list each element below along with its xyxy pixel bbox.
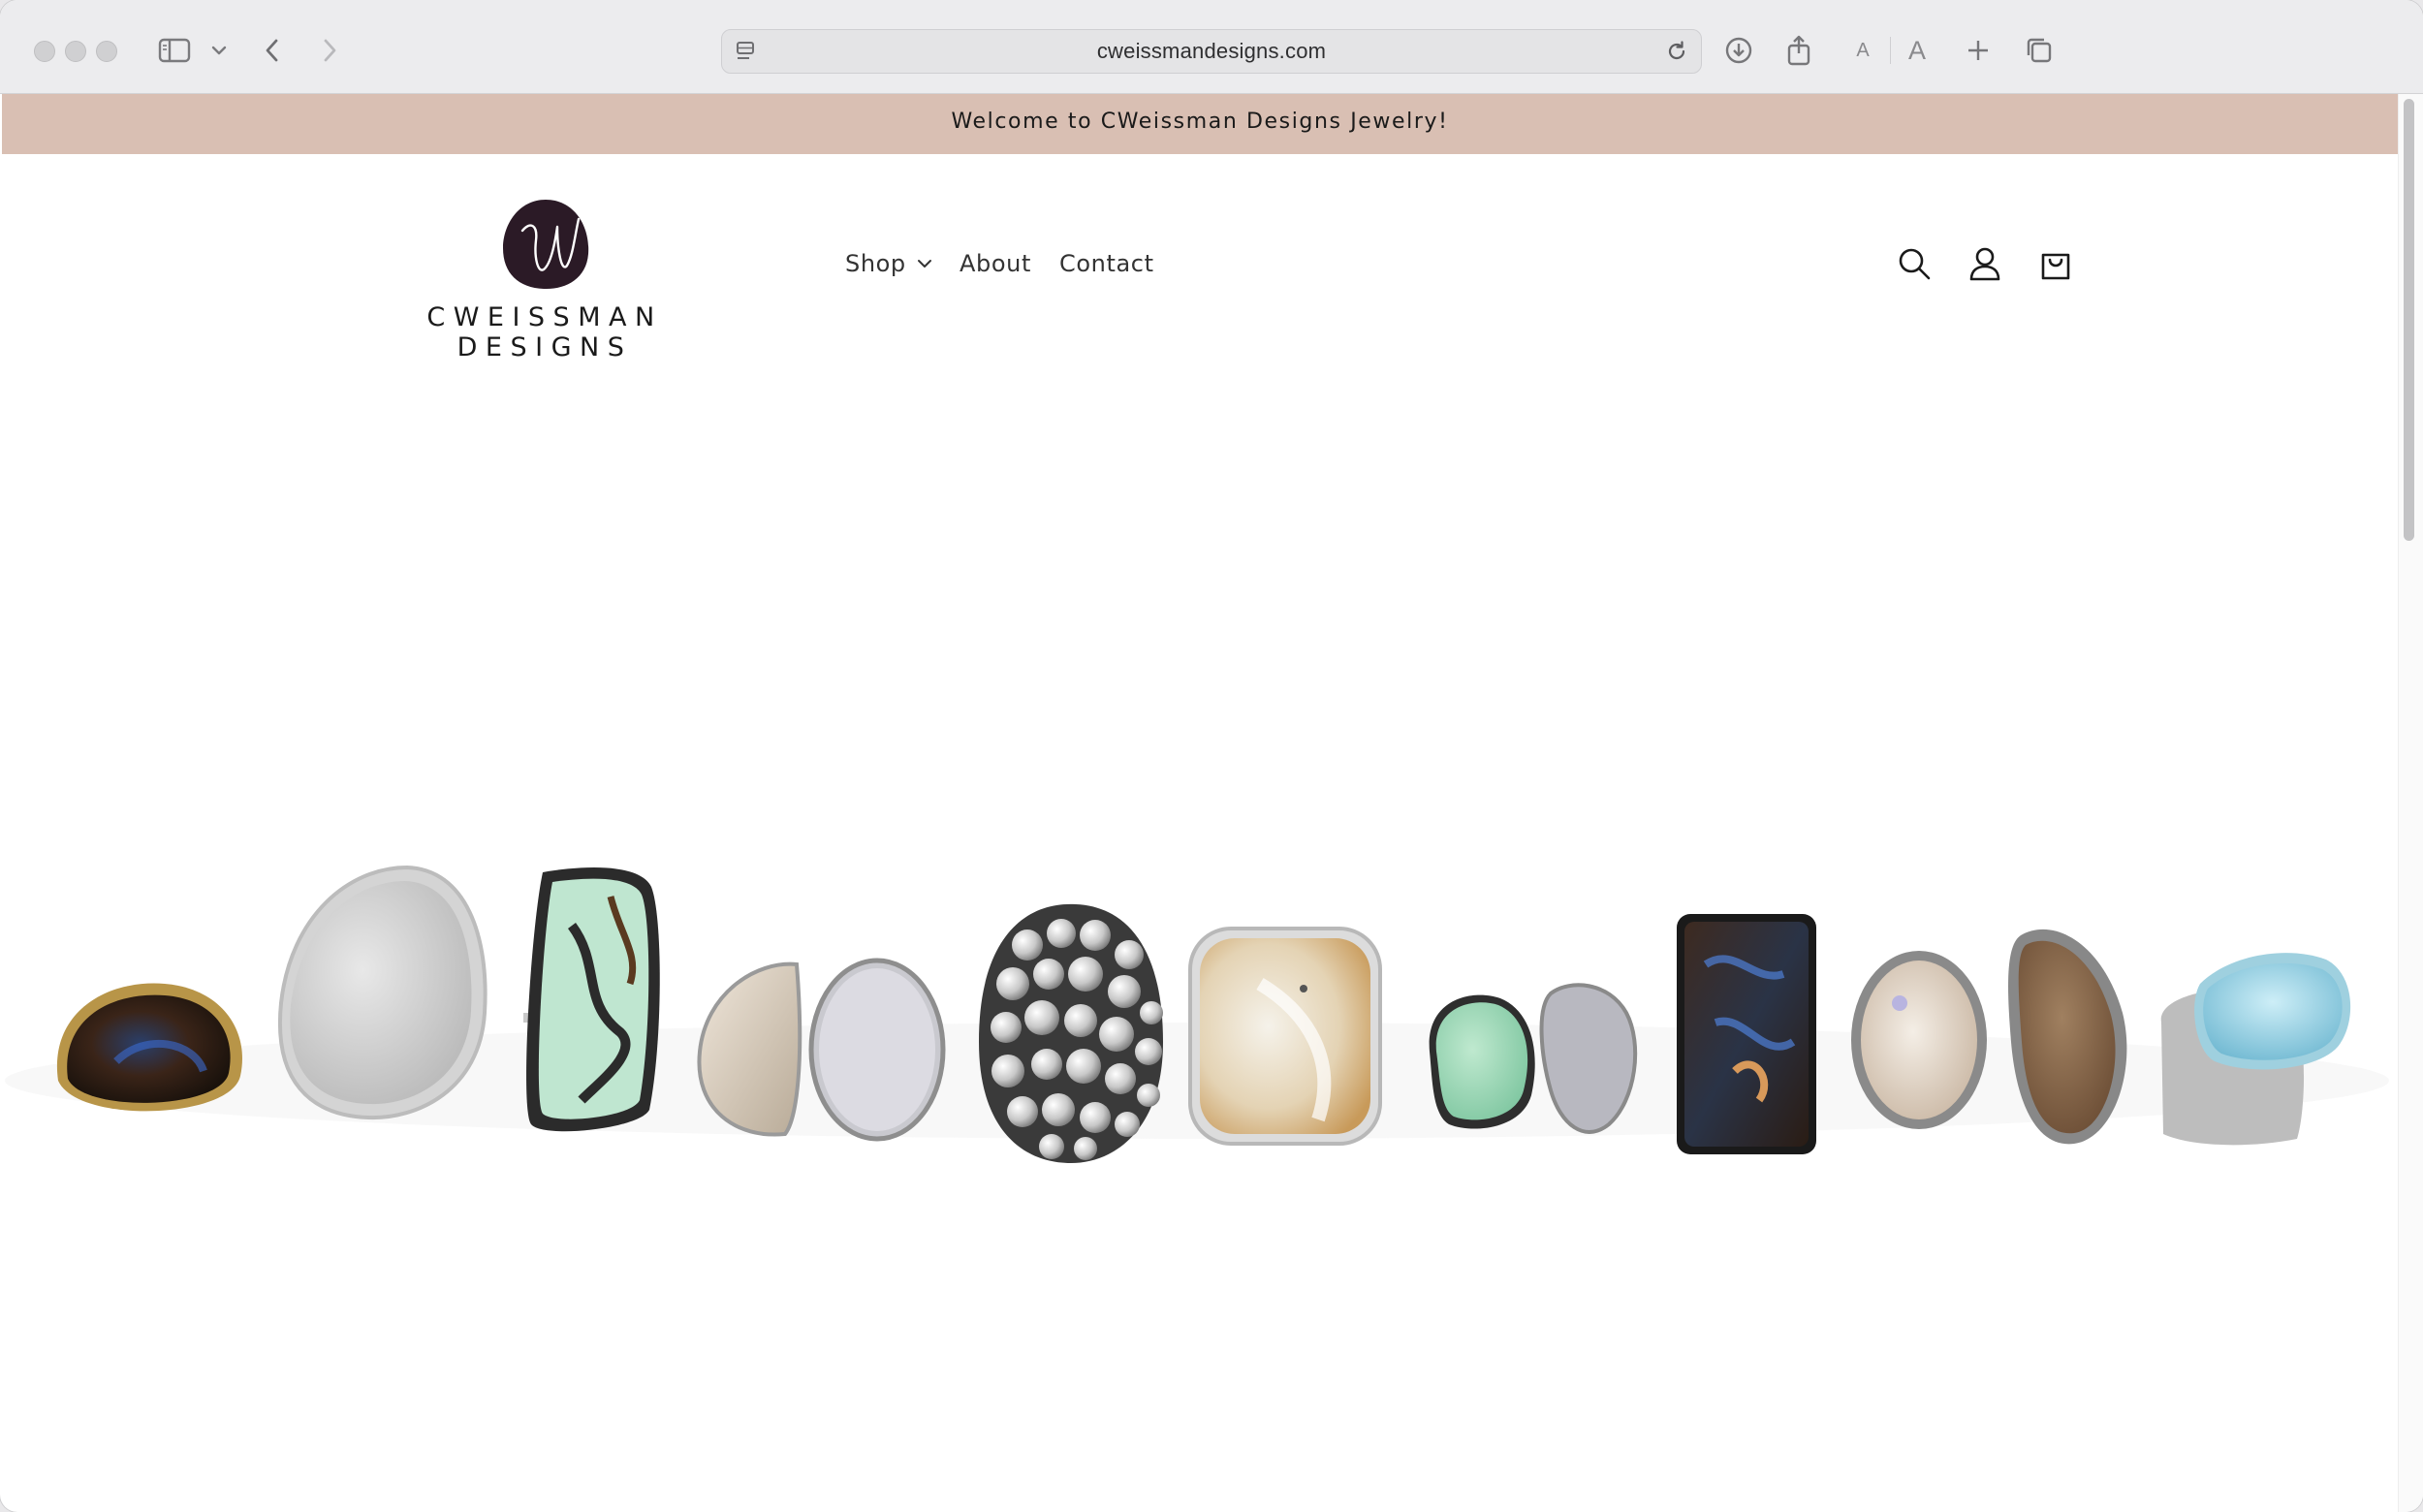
address-bar[interactable]: cweissmandesigns.com — [721, 29, 1702, 74]
green-turquoise-ring — [526, 867, 660, 1132]
logo-text[interactable]: CWEISSMAN DESIGNS — [337, 302, 752, 362]
new-tab-icon[interactable] — [1957, 29, 1999, 72]
decrease-font-button[interactable]: A — [1841, 29, 1884, 72]
nav-about[interactable]: About — [960, 250, 1031, 277]
search-icon[interactable] — [1893, 242, 1935, 285]
zoom-window-button[interactable] — [96, 41, 117, 62]
chevron-down-icon[interactable] — [198, 29, 240, 72]
back-icon[interactable] — [251, 29, 294, 72]
reload-icon[interactable] — [1664, 39, 1689, 69]
cart-icon[interactable] — [2034, 242, 2077, 285]
boulder-opal-rectangle-ring — [1677, 914, 1816, 1154]
minimize-window-button[interactable] — [65, 41, 86, 62]
browser-toolbar: cweissmandesigns.com A A — [0, 0, 2423, 94]
url-text[interactable]: cweissmandesigns.com — [722, 30, 1701, 73]
page-scrollbar-thumb[interactable] — [2404, 99, 2414, 541]
logo-mark[interactable] — [501, 198, 590, 291]
silver-bubbles-ring — [979, 903, 1163, 1163]
nav-shop-label: Shop — [845, 250, 906, 277]
chevron-down-icon — [917, 260, 931, 268]
hero-image — [0, 790, 2394, 1197]
account-icon[interactable] — [1964, 242, 2006, 285]
downloads-icon[interactable] — [1717, 29, 1760, 72]
toolbar-divider — [1890, 37, 1891, 64]
share-icon[interactable] — [1778, 29, 1820, 72]
close-window-button[interactable] — [34, 41, 55, 62]
agate-ring — [1188, 927, 1382, 1146]
announcement-bar: Welcome to CWeissman Designs Jewelry! — [2, 94, 2398, 154]
forward-icon[interactable] — [308, 29, 351, 72]
announcement-text: Welcome to CWeissman Designs Jewelry! — [951, 110, 1449, 134]
nav-shop[interactable]: Shop — [845, 250, 933, 277]
nav-contact[interactable]: Contact — [1059, 250, 1154, 277]
browser-window: cweissmandesigns.com A A Welcome to CWei… — [0, 0, 2423, 1512]
tab-overview-icon[interactable] — [2018, 29, 2061, 72]
increase-font-button[interactable]: A — [1896, 29, 1938, 72]
sidebar-toggle-icon[interactable] — [153, 29, 196, 72]
